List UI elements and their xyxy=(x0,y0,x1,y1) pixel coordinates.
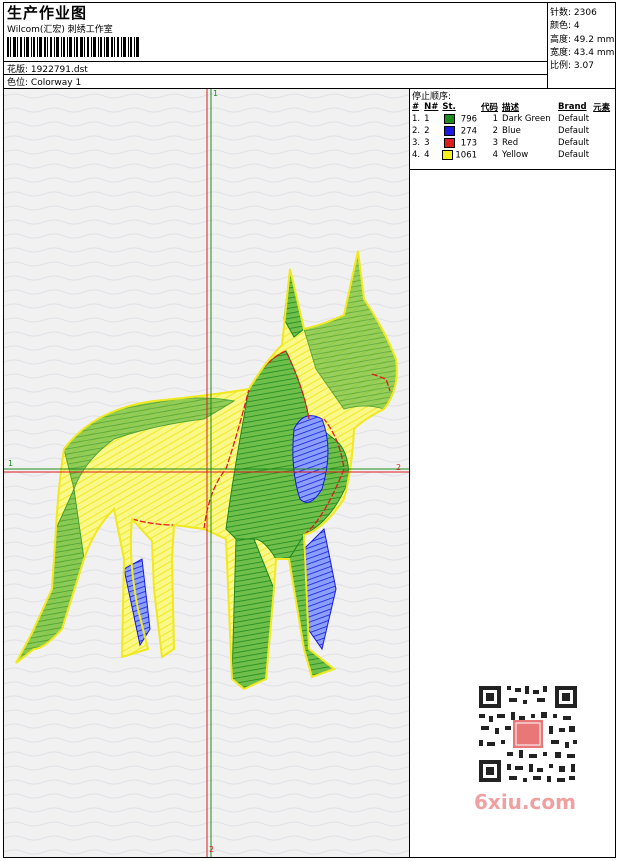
v-axis-start-label: 1 xyxy=(213,89,219,98)
color-swatch xyxy=(443,125,455,136)
color-swatch xyxy=(443,137,455,148)
watermark-text: 6xiu.com xyxy=(474,790,576,814)
header-divider-2 xyxy=(3,74,548,75)
barcode xyxy=(7,37,139,57)
colorway-value: Colorway 1 xyxy=(30,78,82,88)
qr-code xyxy=(471,680,585,790)
v-axis-end-label: 2 xyxy=(209,845,215,854)
color-swatch xyxy=(442,149,454,160)
sheet-title: 生产作业图 xyxy=(7,4,88,22)
stats-box: 针数: 2306 颜色: 4 高度: 49.2 mm 宽度: 43.4 mm 比… xyxy=(547,2,616,88)
table-row: 3. 3 173 3 Red Default xyxy=(412,137,590,149)
stat-width: 宽度: 43.4 mm xyxy=(550,48,615,58)
studio-name: Wilcom(汇宏) 刺绣工作室 xyxy=(7,25,113,35)
h-axis-start-label: 1 xyxy=(8,459,14,468)
table-divider xyxy=(410,169,616,170)
color-sequence-table: # N# St. 代码 描述 Brand 元素 1. 1 796 1 Dark … xyxy=(410,101,612,161)
table-row: 2. 2 274 2 Blue Default xyxy=(412,125,590,137)
stat-scale: 比例: 3.07 xyxy=(550,61,594,71)
h-axis-end-label: 2 xyxy=(396,463,402,472)
stat-colors: 颜色: 4 xyxy=(550,21,580,31)
colorway-row: 色位: Colorway 1 xyxy=(7,75,81,88)
table-header: # N# St. 代码 描述 Brand 元素 xyxy=(412,102,611,113)
stat-stitches: 针数: 2306 xyxy=(550,8,597,18)
color-swatch xyxy=(443,113,455,124)
table-row: 1. 1 796 1 Dark Green Default xyxy=(412,113,590,125)
table-row: 4. 4 1061 4 Yellow Default xyxy=(412,149,590,161)
embroidery-preview xyxy=(4,89,409,857)
stat-height: 高度: 49.2 mm xyxy=(550,35,615,45)
design-canvas: 1 2 1 2 xyxy=(4,89,410,857)
colorway-label: 色位: xyxy=(7,78,29,88)
